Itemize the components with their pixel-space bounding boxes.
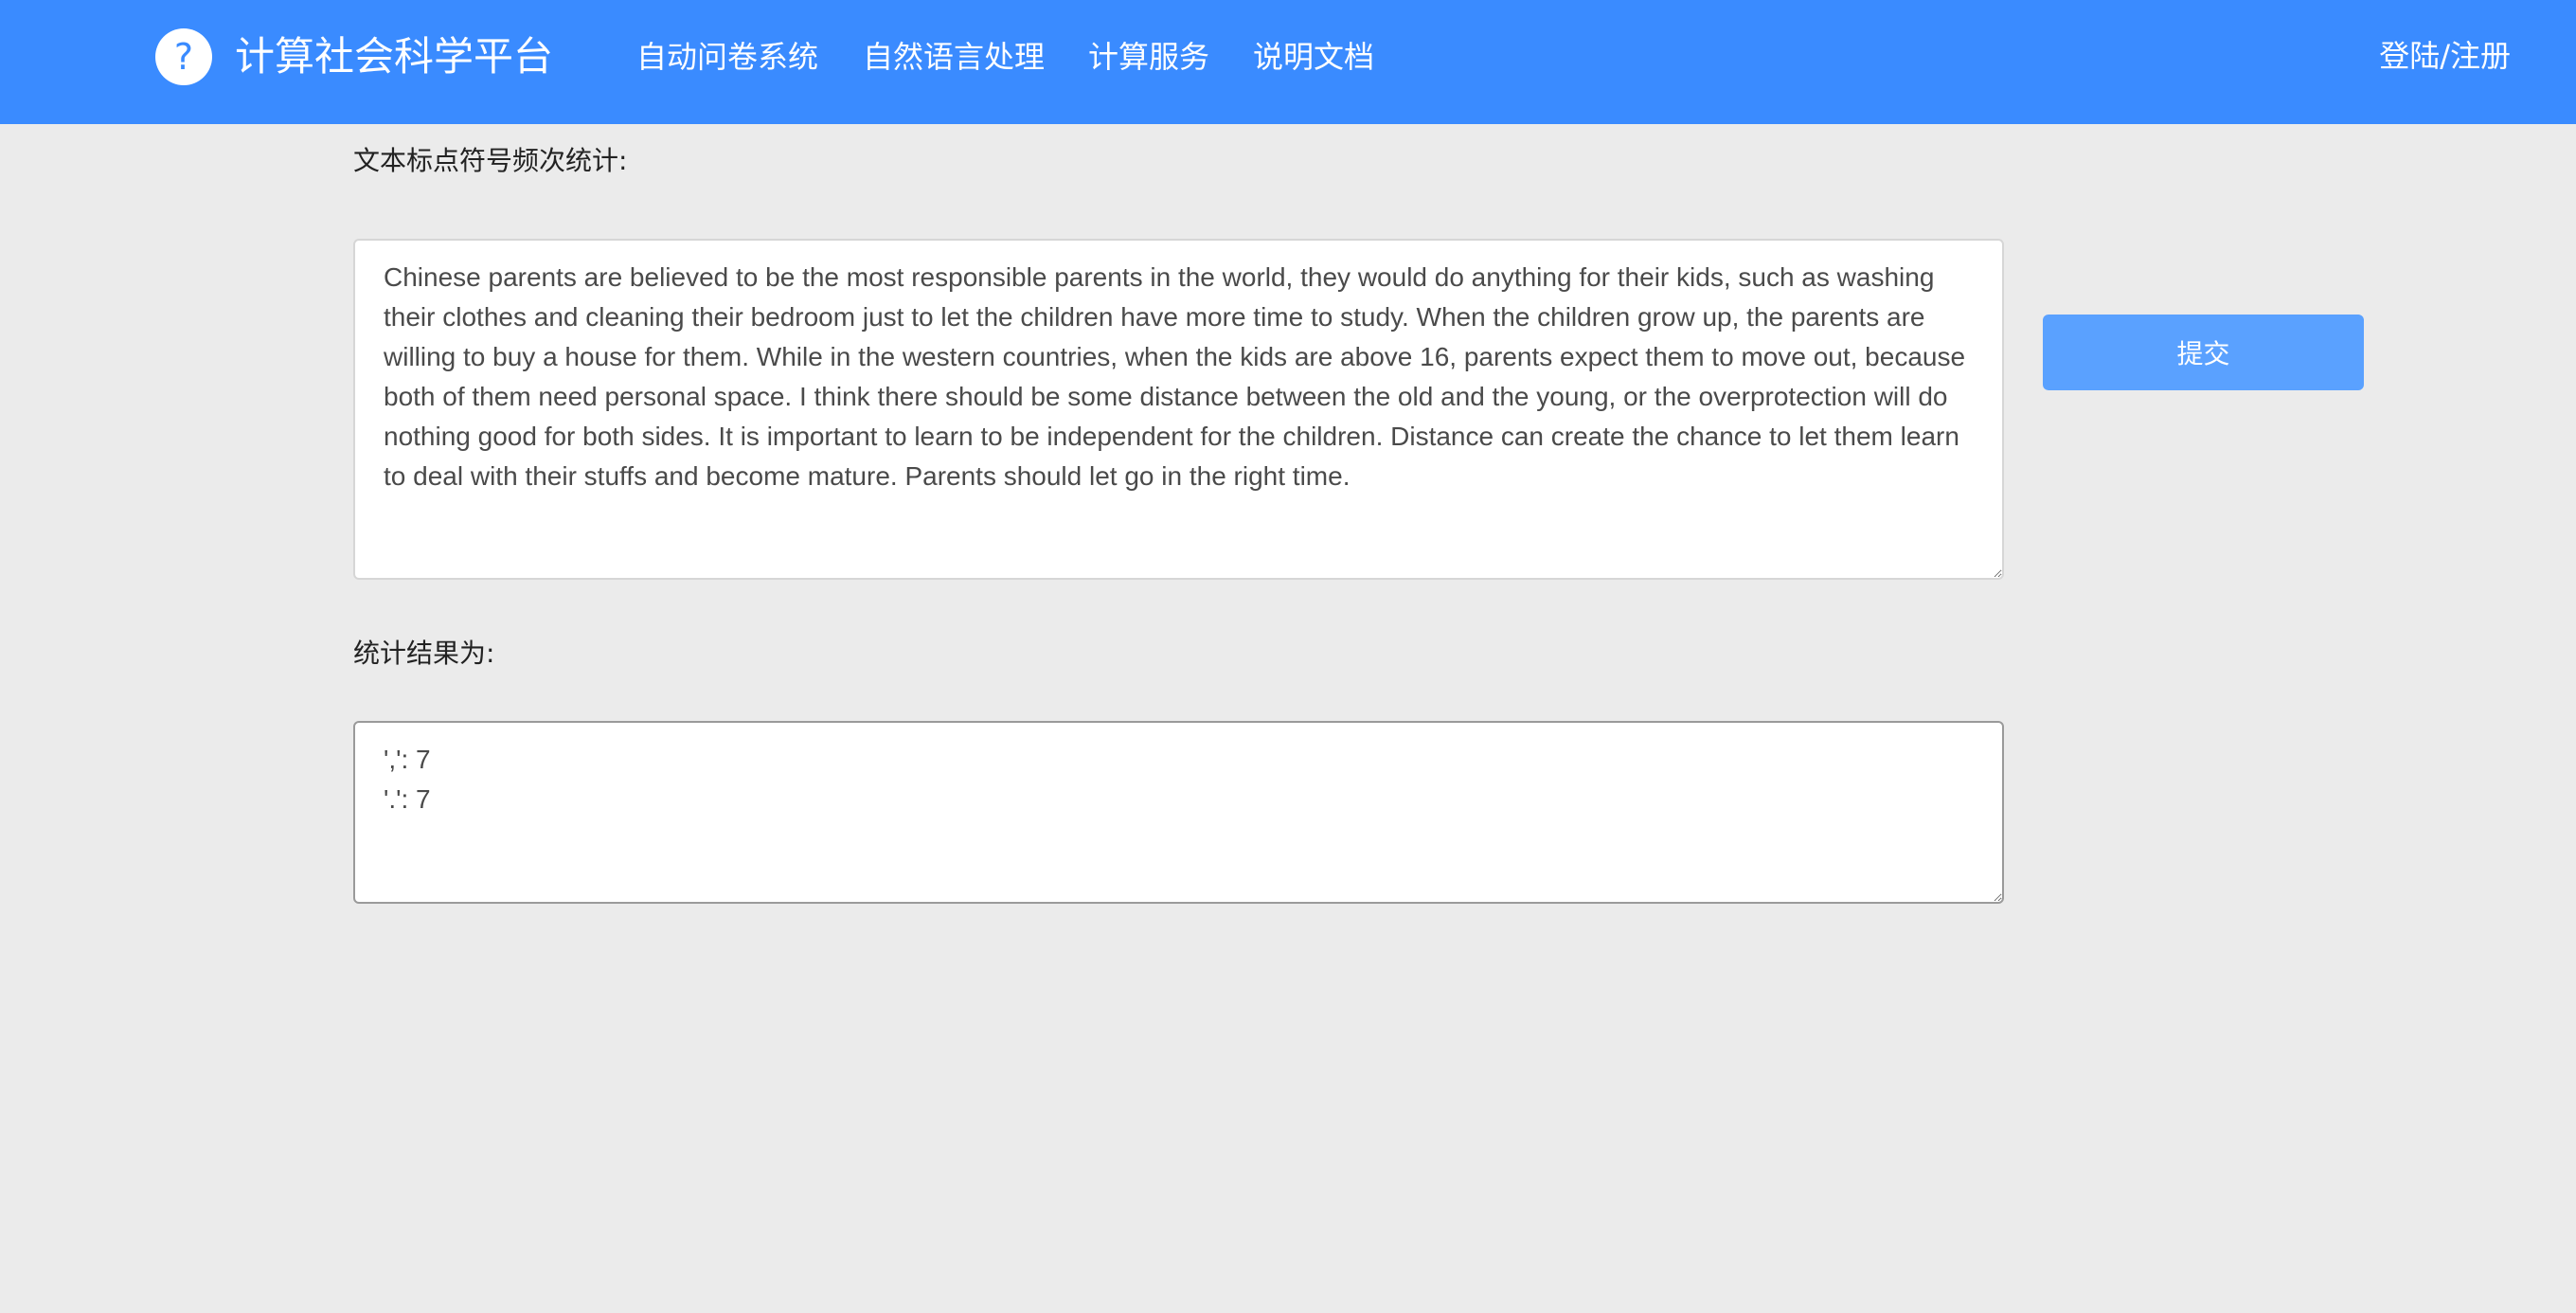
text-input-area[interactable] [353, 239, 2004, 580]
top-navbar: ? 计算社会科学平台 自动问卷系统 自然语言处理 计算服务 说明文档 登陆/注册 [0, 0, 2576, 124]
result-output-area[interactable] [353, 721, 2004, 904]
brand-title[interactable]: 计算社会科学平台 [235, 28, 553, 85]
submit-button[interactable]: 提交 [2043, 315, 2364, 390]
nav-compute-service[interactable]: 计算服务 [1088, 34, 1209, 80]
question-mark-icon[interactable]: ? [155, 28, 212, 85]
login-register-link[interactable]: 登陆/注册 [2379, 32, 2511, 80]
result-label: 统计结果为: [353, 638, 495, 669]
nav-nlp[interactable]: 自然语言处理 [863, 34, 1045, 80]
nav-auto-survey[interactable]: 自动问卷系统 [636, 34, 818, 80]
input-label: 文本标点符号频次统计: [353, 145, 628, 176]
nav-docs[interactable]: 说明文档 [1253, 34, 1374, 80]
